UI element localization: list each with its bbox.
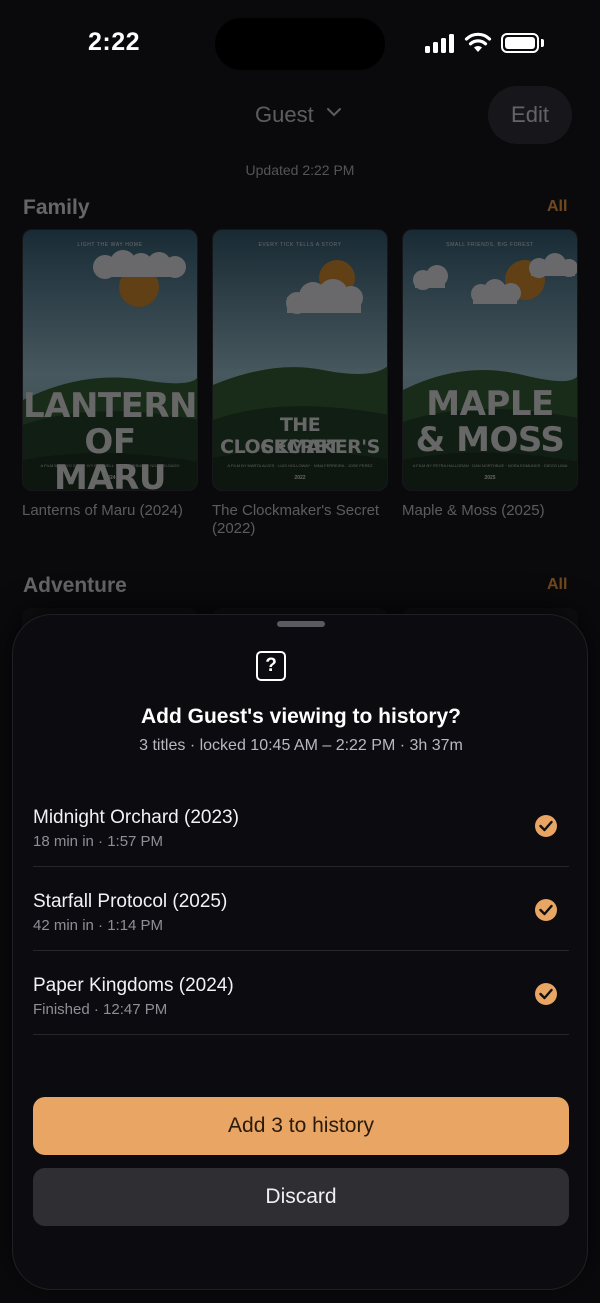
poster-card[interactable]: LIGHT THE WAY HOME LANTERNS OF MARU A FI… — [22, 229, 198, 491]
checkmark-icon[interactable] — [535, 983, 557, 1005]
poster-credits: A FILM BY MARTA ALVES · LUIS HOLLOWAY · … — [227, 463, 373, 468]
wifi-icon — [464, 32, 492, 52]
cellular-signal-icon — [425, 33, 457, 53]
poster-title-line2: & MOSS — [415, 420, 565, 460]
poster-credits: A FILM BY HAYO SATO · IVY ROSWELL · OAK … — [40, 463, 180, 468]
section-title-adventure: Adventure — [23, 574, 127, 597]
history-item[interactable]: Midnight Orchard (2023) 18 min in · 1:57… — [33, 783, 569, 867]
poster-year: 2024 — [104, 475, 116, 481]
question-icon: ? — [256, 651, 286, 681]
poster-caption[interactable]: The Clockmaker's Secret (2022) — [212, 502, 388, 538]
poster-card[interactable]: SMALL FRIENDS, BIG FOREST MAPLE & MOSS A… — [402, 229, 578, 491]
add-to-history-button[interactable]: Add 3 to history — [33, 1097, 569, 1155]
poster-title-line1: MAPLE — [426, 384, 554, 424]
poster-tagline: SMALL FRIENDS, BIG FOREST — [446, 242, 534, 248]
history-item-meta: 42 min in · 1:14 PM — [33, 917, 164, 934]
history-item[interactable]: Starfall Protocol (2025) 42 min in · 1:1… — [33, 867, 569, 951]
poster-card[interactable]: EVERY TICK TELLS A STORY THE CLOCKMAKER'… — [212, 229, 388, 491]
sheet-title: Add Guest's viewing to history? — [140, 705, 462, 728]
history-item[interactable]: Paper Kingdoms (2024) Finished · 12:47 P… — [33, 951, 569, 1035]
poster-year: 2022 — [294, 475, 306, 481]
updated-timestamp: Updated 2:22 PM — [245, 162, 355, 178]
history-item-title: Starfall Protocol (2025) — [33, 891, 228, 912]
sheet-subtitle: 3 titles · locked 10:45 AM – 2:22 PM · 3… — [139, 737, 463, 754]
dynamic-island — [215, 18, 385, 70]
poster-tagline: LIGHT THE WAY HOME — [77, 242, 143, 248]
discard-button[interactable]: Discard — [33, 1168, 569, 1226]
poster-tagline: EVERY TICK TELLS A STORY — [258, 242, 342, 248]
checkmark-icon[interactable] — [535, 815, 557, 837]
history-item-title: Paper Kingdoms (2024) — [33, 975, 234, 996]
checkmark-icon[interactable] — [535, 899, 557, 921]
family-all-link[interactable]: All — [547, 198, 567, 216]
status-time: 2:22 — [88, 28, 141, 56]
history-item-meta: Finished · 12:47 PM — [33, 1001, 168, 1018]
poster-caption[interactable]: Maple & Moss (2025) — [402, 502, 578, 520]
poster-title-line2: SECRET — [260, 436, 340, 458]
poster-year: 2025 — [484, 475, 496, 481]
sheet-grabber[interactable] — [277, 621, 325, 627]
battery-icon — [501, 33, 539, 53]
poster-caption[interactable]: Lanterns of Maru (2024) — [22, 502, 198, 520]
divider — [33, 1034, 569, 1035]
section-title-family: Family — [23, 196, 90, 219]
poster-credits: A FILM BY PETRA HALLORAN · DAN NORTHBUE … — [412, 463, 568, 468]
history-sheet: ? Add Guest's viewing to history? 3 titl… — [12, 614, 588, 1290]
profile-switcher[interactable]: Guest — [255, 102, 314, 128]
adventure-all-link[interactable]: All — [547, 576, 567, 594]
edit-button[interactable]: Edit — [488, 86, 572, 144]
battery-tip — [541, 39, 544, 47]
chevron-down-icon[interactable] — [327, 107, 341, 117]
history-item-title: Midnight Orchard (2023) — [33, 807, 239, 828]
poster-title-line1: LANTERNS — [23, 386, 197, 426]
history-item-meta: 18 min in · 1:57 PM — [33, 833, 164, 850]
